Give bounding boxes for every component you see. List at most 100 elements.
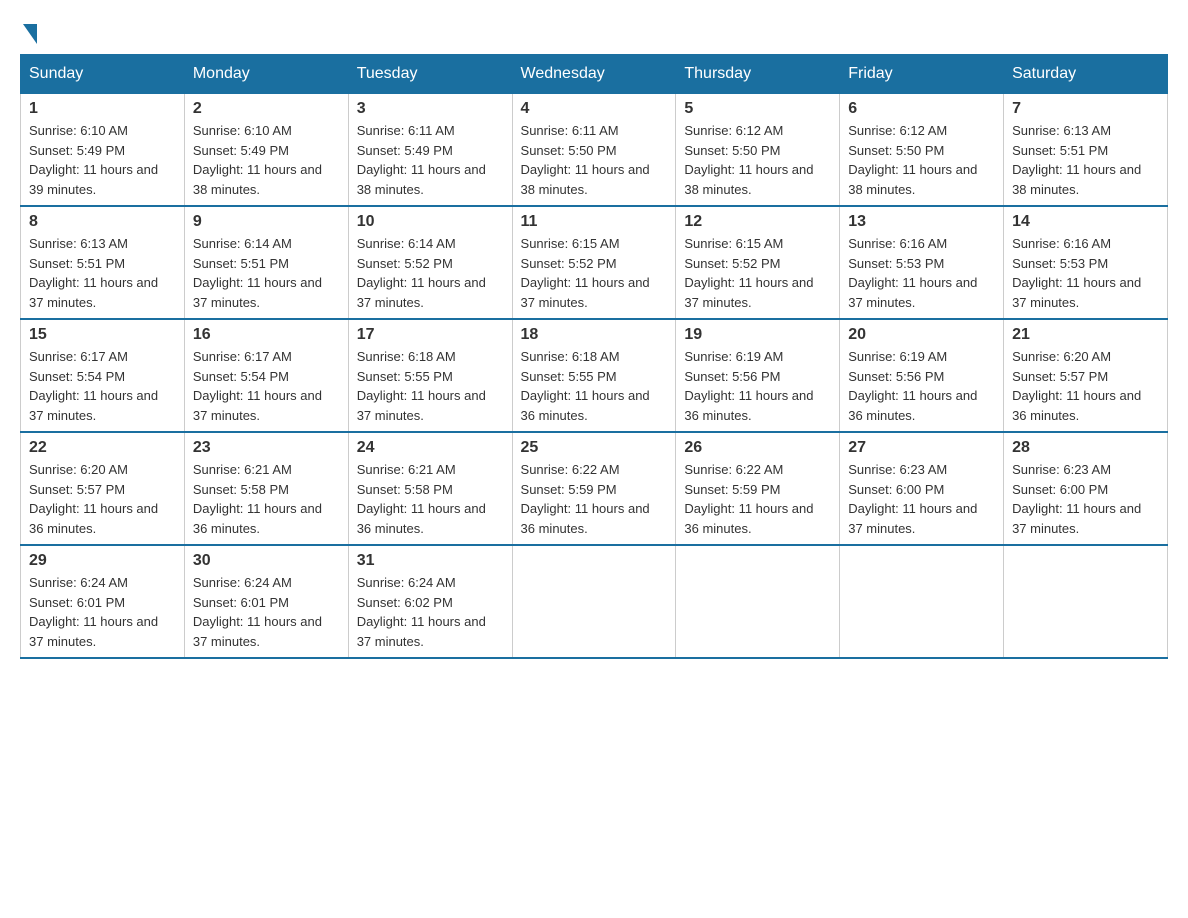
day-info: Sunrise: 6:19 AMSunset: 5:56 PMDaylight:… — [684, 349, 813, 423]
day-info: Sunrise: 6:17 AMSunset: 5:54 PMDaylight:… — [193, 349, 322, 423]
header-monday: Monday — [184, 55, 348, 94]
table-row — [1004, 545, 1168, 658]
table-row: 13 Sunrise: 6:16 AMSunset: 5:53 PMDaylig… — [840, 206, 1004, 319]
day-number: 31 — [357, 552, 504, 570]
table-row: 14 Sunrise: 6:16 AMSunset: 5:53 PMDaylig… — [1004, 206, 1168, 319]
header-wednesday: Wednesday — [512, 55, 676, 94]
day-number: 29 — [29, 552, 176, 570]
day-number: 8 — [29, 213, 176, 231]
table-row: 27 Sunrise: 6:23 AMSunset: 6:00 PMDaylig… — [840, 432, 1004, 545]
day-number: 6 — [848, 100, 995, 118]
day-number: 16 — [193, 326, 340, 344]
header-thursday: Thursday — [676, 55, 840, 94]
calendar-week-3: 15 Sunrise: 6:17 AMSunset: 5:54 PMDaylig… — [21, 319, 1168, 432]
day-number: 13 — [848, 213, 995, 231]
table-row: 30 Sunrise: 6:24 AMSunset: 6:01 PMDaylig… — [184, 545, 348, 658]
day-info: Sunrise: 6:21 AMSunset: 5:58 PMDaylight:… — [193, 462, 322, 536]
table-row: 8 Sunrise: 6:13 AMSunset: 5:51 PMDayligh… — [21, 206, 185, 319]
day-info: Sunrise: 6:23 AMSunset: 6:00 PMDaylight:… — [1012, 462, 1141, 536]
day-number: 4 — [521, 100, 668, 118]
day-number: 28 — [1012, 439, 1159, 457]
table-row: 16 Sunrise: 6:17 AMSunset: 5:54 PMDaylig… — [184, 319, 348, 432]
day-info: Sunrise: 6:13 AMSunset: 5:51 PMDaylight:… — [29, 236, 158, 310]
day-number: 7 — [1012, 100, 1159, 118]
table-row: 19 Sunrise: 6:19 AMSunset: 5:56 PMDaylig… — [676, 319, 840, 432]
day-info: Sunrise: 6:22 AMSunset: 5:59 PMDaylight:… — [521, 462, 650, 536]
day-number: 27 — [848, 439, 995, 457]
table-row: 23 Sunrise: 6:21 AMSunset: 5:58 PMDaylig… — [184, 432, 348, 545]
table-row: 5 Sunrise: 6:12 AMSunset: 5:50 PMDayligh… — [676, 94, 840, 207]
day-info: Sunrise: 6:21 AMSunset: 5:58 PMDaylight:… — [357, 462, 486, 536]
day-info: Sunrise: 6:11 AMSunset: 5:49 PMDaylight:… — [357, 123, 486, 197]
header-tuesday: Tuesday — [348, 55, 512, 94]
table-row: 1 Sunrise: 6:10 AMSunset: 5:49 PMDayligh… — [21, 94, 185, 207]
day-info: Sunrise: 6:24 AMSunset: 6:01 PMDaylight:… — [193, 575, 322, 649]
day-info: Sunrise: 6:10 AMSunset: 5:49 PMDaylight:… — [193, 123, 322, 197]
table-row: 7 Sunrise: 6:13 AMSunset: 5:51 PMDayligh… — [1004, 94, 1168, 207]
table-row: 29 Sunrise: 6:24 AMSunset: 6:01 PMDaylig… — [21, 545, 185, 658]
day-number: 17 — [357, 326, 504, 344]
table-row: 25 Sunrise: 6:22 AMSunset: 5:59 PMDaylig… — [512, 432, 676, 545]
table-row: 20 Sunrise: 6:19 AMSunset: 5:56 PMDaylig… — [840, 319, 1004, 432]
day-number: 23 — [193, 439, 340, 457]
table-row: 17 Sunrise: 6:18 AMSunset: 5:55 PMDaylig… — [348, 319, 512, 432]
table-row: 24 Sunrise: 6:21 AMSunset: 5:58 PMDaylig… — [348, 432, 512, 545]
day-number: 18 — [521, 326, 668, 344]
day-number: 5 — [684, 100, 831, 118]
day-info: Sunrise: 6:10 AMSunset: 5:49 PMDaylight:… — [29, 123, 158, 197]
logo-arrow-icon — [23, 24, 37, 44]
table-row: 26 Sunrise: 6:22 AMSunset: 5:59 PMDaylig… — [676, 432, 840, 545]
table-row: 12 Sunrise: 6:15 AMSunset: 5:52 PMDaylig… — [676, 206, 840, 319]
table-row: 18 Sunrise: 6:18 AMSunset: 5:55 PMDaylig… — [512, 319, 676, 432]
day-number: 11 — [521, 213, 668, 231]
header-sunday: Sunday — [21, 55, 185, 94]
table-row: 4 Sunrise: 6:11 AMSunset: 5:50 PMDayligh… — [512, 94, 676, 207]
day-info: Sunrise: 6:19 AMSunset: 5:56 PMDaylight:… — [848, 349, 977, 423]
table-row: 6 Sunrise: 6:12 AMSunset: 5:50 PMDayligh… — [840, 94, 1004, 207]
day-number: 25 — [521, 439, 668, 457]
day-info: Sunrise: 6:23 AMSunset: 6:00 PMDaylight:… — [848, 462, 977, 536]
day-number: 30 — [193, 552, 340, 570]
table-row: 21 Sunrise: 6:20 AMSunset: 5:57 PMDaylig… — [1004, 319, 1168, 432]
day-number: 1 — [29, 100, 176, 118]
day-info: Sunrise: 6:24 AMSunset: 6:01 PMDaylight:… — [29, 575, 158, 649]
day-info: Sunrise: 6:20 AMSunset: 5:57 PMDaylight:… — [1012, 349, 1141, 423]
table-row — [840, 545, 1004, 658]
table-row: 2 Sunrise: 6:10 AMSunset: 5:49 PMDayligh… — [184, 94, 348, 207]
day-number: 21 — [1012, 326, 1159, 344]
day-info: Sunrise: 6:22 AMSunset: 5:59 PMDaylight:… — [684, 462, 813, 536]
calendar-week-5: 29 Sunrise: 6:24 AMSunset: 6:01 PMDaylig… — [21, 545, 1168, 658]
day-number: 15 — [29, 326, 176, 344]
day-info: Sunrise: 6:16 AMSunset: 5:53 PMDaylight:… — [848, 236, 977, 310]
day-number: 9 — [193, 213, 340, 231]
page-header — [20, 20, 1168, 44]
day-info: Sunrise: 6:18 AMSunset: 5:55 PMDaylight:… — [521, 349, 650, 423]
logo — [20, 20, 37, 44]
day-number: 3 — [357, 100, 504, 118]
header-friday: Friday — [840, 55, 1004, 94]
day-info: Sunrise: 6:17 AMSunset: 5:54 PMDaylight:… — [29, 349, 158, 423]
table-row: 10 Sunrise: 6:14 AMSunset: 5:52 PMDaylig… — [348, 206, 512, 319]
day-info: Sunrise: 6:12 AMSunset: 5:50 PMDaylight:… — [848, 123, 977, 197]
day-info: Sunrise: 6:12 AMSunset: 5:50 PMDaylight:… — [684, 123, 813, 197]
day-info: Sunrise: 6:15 AMSunset: 5:52 PMDaylight:… — [521, 236, 650, 310]
day-number: 20 — [848, 326, 995, 344]
day-number: 14 — [1012, 213, 1159, 231]
table-row: 31 Sunrise: 6:24 AMSunset: 6:02 PMDaylig… — [348, 545, 512, 658]
day-info: Sunrise: 6:20 AMSunset: 5:57 PMDaylight:… — [29, 462, 158, 536]
day-info: Sunrise: 6:13 AMSunset: 5:51 PMDaylight:… — [1012, 123, 1141, 197]
table-row: 3 Sunrise: 6:11 AMSunset: 5:49 PMDayligh… — [348, 94, 512, 207]
day-info: Sunrise: 6:18 AMSunset: 5:55 PMDaylight:… — [357, 349, 486, 423]
table-row: 15 Sunrise: 6:17 AMSunset: 5:54 PMDaylig… — [21, 319, 185, 432]
header-saturday: Saturday — [1004, 55, 1168, 94]
calendar-header-row: Sunday Monday Tuesday Wednesday Thursday… — [21, 55, 1168, 94]
day-number: 12 — [684, 213, 831, 231]
table-row — [676, 545, 840, 658]
day-number: 22 — [29, 439, 176, 457]
table-row: 11 Sunrise: 6:15 AMSunset: 5:52 PMDaylig… — [512, 206, 676, 319]
table-row: 9 Sunrise: 6:14 AMSunset: 5:51 PMDayligh… — [184, 206, 348, 319]
day-number: 19 — [684, 326, 831, 344]
calendar-table: Sunday Monday Tuesday Wednesday Thursday… — [20, 54, 1168, 659]
day-info: Sunrise: 6:14 AMSunset: 5:52 PMDaylight:… — [357, 236, 486, 310]
day-number: 24 — [357, 439, 504, 457]
